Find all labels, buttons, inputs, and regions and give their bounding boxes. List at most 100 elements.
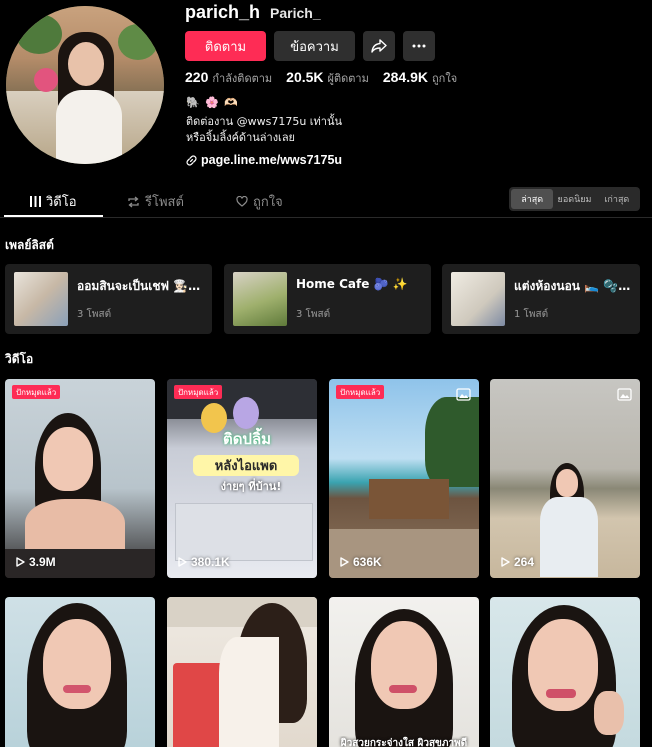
tab-label: รีโพสต์ [145,195,184,210]
video-thumbnail[interactable]: ปักหมุดแล้ว 636K [329,379,479,578]
thumbnail-face [43,619,111,709]
playlist-count: 3 โพสต์ [296,309,331,320]
pinned-badge: ปักหมุดแล้ว [174,385,223,399]
pinned-badge: ปักหมุดแล้ว [12,385,61,399]
stat-likes: 284.9K ถูกใจ [383,69,457,87]
sort-oldest[interactable]: เก่าสุด [596,189,638,209]
username: parich_h [185,2,261,22]
thumbnail-bear [233,397,259,429]
avatar-flower [34,68,58,92]
videos-heading: วิดีโอ [5,352,34,366]
bio-link[interactable]: page.line.me/wws7175u [186,153,342,167]
sort-toggle: ล่าสุด ยอดนิยม เก่าสุด [509,187,640,211]
follow-button[interactable]: ติดตาม [185,31,266,61]
heart-outline-icon [236,196,248,207]
view-count: 3.9M [16,555,56,569]
play-icon [178,557,187,567]
stat-label: กำลังติดตาม [212,72,273,85]
video-thumbnail[interactable]: ติดปลิ้ม หลังไอแพด ง่ายๆ ที่บ้าน! ปักหมุ… [167,379,317,578]
play-icon [340,557,349,567]
thumbnail-shirt [540,497,598,577]
video-thumbnail[interactable] [167,597,317,747]
view-count-value: 264 [514,555,535,569]
username-row: parich_h Parich_ [185,2,321,23]
thumbnail-lips [63,685,91,693]
thumbnail-face [556,469,578,497]
nickname: Parich_ [270,5,321,21]
sort-popular[interactable]: ยอดนิยม [553,189,595,209]
playlist-count: 1 โพสต์ [514,309,549,320]
repost-icon [128,195,139,208]
photo-icon [456,388,471,401]
playlist-title: ออมสินจะเป็นเชฟ 👩🏻‍🍳 ... [77,279,203,293]
avatar-plant [118,24,158,60]
tab-label: ถูกใจ [253,195,283,210]
profile-stats: 220 กำลังติดตาม 20.5K ผู้ติดตาม 284.9K ถ… [185,69,457,87]
grid-icon [30,196,41,207]
view-count: 264 [501,555,534,569]
view-count-value: 636K [353,555,382,569]
more-options-button[interactable] [403,31,435,61]
video-thumbnail[interactable]: ปักหมุดแล้ว 3.9M [5,379,155,578]
view-count: 636K [340,555,382,569]
playlists-heading: เพลย์ลิสต์ [5,238,54,252]
playlist-card[interactable]: Home Cafe 🫐 ✨ 3 โพสต์ [224,264,431,334]
more-icon [412,44,426,48]
overlay-text: หลังไอแพด [193,455,299,476]
video-thumbnail[interactable]: ผิวสวยกระจ่างใส ผิวสุขภาพดี [329,597,479,747]
link-icon [186,154,197,166]
thumbnail-stairs [329,529,479,578]
view-count: 380.1K [178,555,230,569]
bio-link-text: page.line.me/wws7175u [201,153,343,167]
tab-videos[interactable]: วิดีโอ [30,186,77,217]
bio-line: หรือจิ้มลิ้งค์ด้านล่างเลย [186,131,296,144]
avatar-plant [16,14,62,54]
thumbnail-shirt [219,637,279,747]
view-count-value: 3.9M [29,555,56,569]
stat-value: 284.9K [382,69,428,85]
video-thumbnail[interactable]: 264 [490,379,640,578]
overlay-text: ง่ายๆ ที่บ้าน! [220,480,282,493]
profile-actions: ติดตาม ข้อความ [185,31,435,61]
playlist-title: แต่งห้องนอน 🛌 🫧 ... [514,279,632,293]
thumbnail-face [371,621,437,709]
playlist-count: 3 โพสต์ [77,309,112,320]
playlist-thumbnail [451,272,505,326]
message-button[interactable]: ข้อความ [274,31,355,61]
playlist-thumbnail [233,272,287,326]
thumbnail-lips [389,685,417,693]
share-button[interactable] [363,31,395,61]
playlist-card[interactable]: แต่งห้องนอน 🛌 🫧 ... 1 โพสต์ [442,264,640,334]
overlay-text: ติดปลิ้ม [222,430,272,448]
profile-avatar[interactable] [6,6,164,164]
playlist-card[interactable]: ออมสินจะเป็นเชฟ 👩🏻‍🍳 ... 3 โพสต์ [5,264,212,334]
pinned-badge: ปักหมุดแล้ว [336,385,385,399]
bio-emoji: 🐘 🌸 🫶🏻 [186,96,240,109]
stat-following[interactable]: 220 กำลังติดตาม [185,69,272,87]
playlist-thumbnail [14,272,68,326]
playlist-title: Home Cafe 🫐 ✨ [296,277,408,291]
tab-liked[interactable]: ถูกใจ [236,186,283,217]
video-thumbnail[interactable] [490,597,640,747]
play-icon [501,557,510,567]
thumbnail-face [43,427,93,491]
share-icon [371,39,387,53]
stat-value: 220 [185,69,209,85]
stat-label: ผู้ติดตาม [327,72,369,85]
avatar-dress [56,90,122,164]
thumbnail-deck [369,479,449,519]
view-count-value: 380.1K [191,555,230,569]
video-thumbnail[interactable] [5,597,155,747]
avatar-face [68,42,104,86]
active-tab-indicator [4,215,103,217]
tab-label: วิดีโอ [46,195,77,210]
stat-label: ถูกใจ [432,72,458,85]
overlay-text: ผิวสวยกระจ่างใส ผิวสุขภาพดี [340,738,468,747]
stat-value: 20.5K [286,69,324,85]
play-icon [16,557,25,567]
thumbnail-hand [594,691,624,735]
photo-icon [617,388,632,401]
tab-reposts[interactable]: รีโพสต์ [127,186,184,217]
sort-latest[interactable]: ล่าสุด [511,189,554,209]
stat-followers[interactable]: 20.5K ผู้ติดตาม [286,69,369,87]
